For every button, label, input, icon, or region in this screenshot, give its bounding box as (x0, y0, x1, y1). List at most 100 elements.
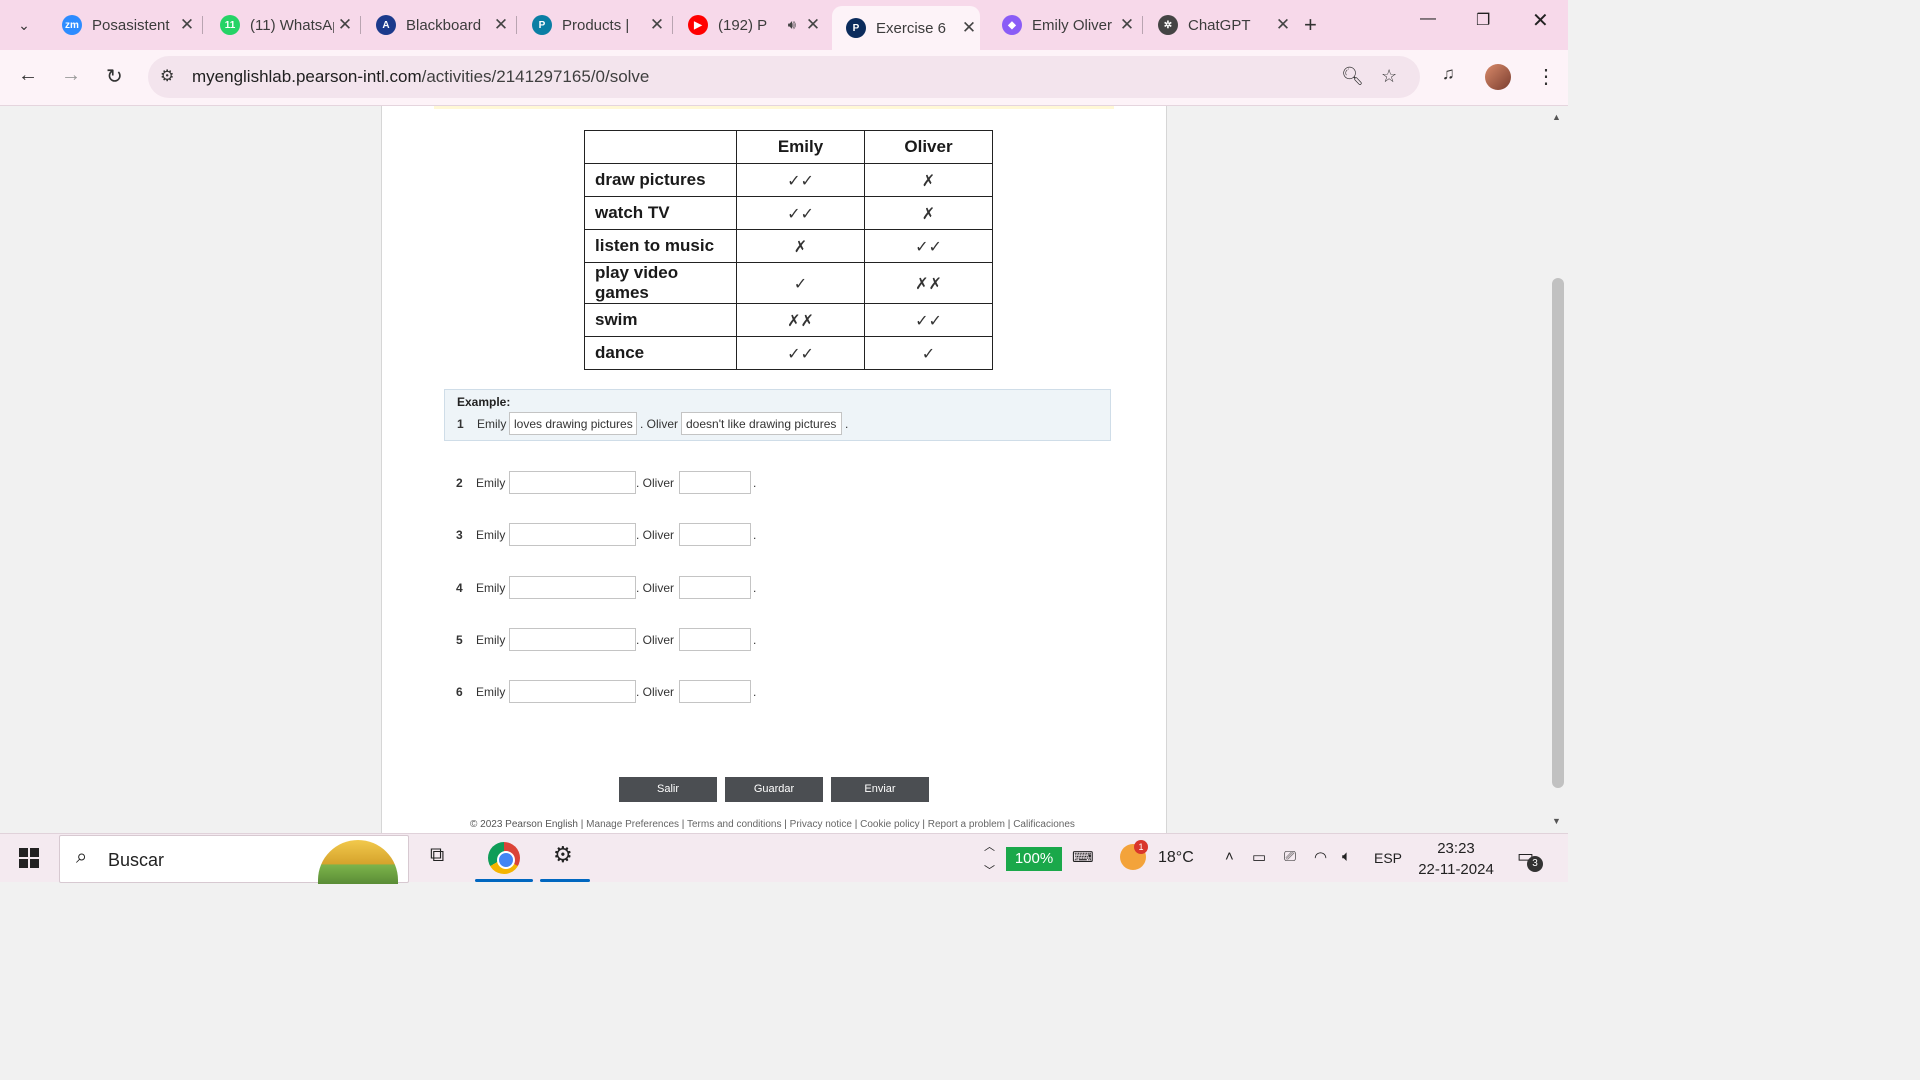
forward-button[interactable]: → (61, 64, 81, 87)
sentence-period: . (753, 580, 757, 595)
browser-tab[interactable]: P Products | ✕ (518, 6, 668, 44)
example-period: . (845, 417, 849, 431)
tab-close-icon[interactable]: ✕ (1116, 15, 1138, 35)
oliver-answer-input[interactable] (679, 575, 751, 599)
vertical-scrollbar[interactable]: ▲ ▼ (1548, 106, 1568, 833)
tab-close-icon[interactable]: ✕ (176, 15, 198, 35)
tab-title: (192) P (718, 16, 768, 34)
speaker-icon[interactable]: 🔊︎ (788, 17, 796, 33)
clock-date: 22-11-2024 (1418, 861, 1494, 878)
browser-tab[interactable]: 11 (11) WhatsApp✕ (206, 6, 356, 44)
battery-icon[interactable]: ▭ (1252, 848, 1266, 866)
browser-tab[interactable]: ✲ ChatGPT ✕ (1144, 6, 1294, 44)
page-footer: © 2023 Pearson English | Manage Preferen… (470, 819, 1075, 830)
close-window-button[interactable]: ✕ (1532, 8, 1549, 33)
tab-close-icon[interactable]: ✕ (646, 15, 668, 35)
oliver-answer-input[interactable] (679, 680, 751, 704)
tab-close-icon[interactable]: ✕ (958, 18, 980, 38)
reload-button[interactable]: ↻ (106, 64, 123, 89)
tray-down-icon[interactable]: ﹀ (984, 862, 995, 878)
browser-tab[interactable]: A Blackboard ✕ (362, 6, 512, 44)
question-number: 6 (456, 685, 463, 700)
task-view-icon[interactable]: ⧉ (430, 844, 444, 867)
site-info-icon[interactable]: ⚙ (160, 66, 174, 86)
show-hidden-icons-icon[interactable]: ˄ (1225, 848, 1234, 865)
taskbar-search[interactable]: ⌕ Buscar (59, 835, 409, 884)
emily-label: Emily (476, 685, 506, 700)
tab-title: ChatGPT (1188, 16, 1251, 34)
question-row: 2 Emily . Oliver. (444, 471, 1111, 495)
zoom-icon[interactable]: 🔍︎ (1341, 66, 1364, 87)
tab-search-button[interactable]: ⌄ (8, 9, 40, 41)
minimize-button[interactable]: — (1420, 10, 1436, 28)
browser-tab[interactable]: ▶ (192) P 🔊︎ ✕ (674, 6, 824, 44)
browser-toolbar: ← → ↻ ⚙ myenglishlab.pearson-intl.com/ac… (0, 50, 1568, 106)
temperature-text[interactable]: 18°C (1158, 849, 1194, 867)
tab-close-icon[interactable]: ✕ (802, 15, 824, 35)
emily-answer-input[interactable] (509, 523, 636, 547)
notice-strip (434, 106, 1114, 109)
browser-tab[interactable]: P Exercise 6 ✕ (832, 6, 980, 50)
profile-avatar[interactable] (1485, 64, 1511, 90)
tab-close-icon[interactable]: ✕ (1272, 15, 1294, 35)
wifi-icon[interactable]: ◠ (1314, 848, 1327, 866)
address-bar[interactable]: ⚙ myenglishlab.pearson-intl.com/activiti… (148, 56, 1420, 98)
language-indicator[interactable]: ESP (1374, 850, 1402, 866)
tab-title: Exercise 6 (876, 19, 947, 37)
footer-link-privacy[interactable]: Privacy notice (790, 819, 852, 830)
tab-title: Emily Oliver (1032, 16, 1113, 34)
browser-tab[interactable]: zm Posasistent ✕ (48, 6, 198, 44)
oliver-answer-input[interactable] (679, 471, 751, 494)
emily-answer-input[interactable] (509, 471, 636, 494)
exit-button[interactable]: Salir (619, 777, 717, 802)
example-oliver-label: . Oliver (640, 417, 679, 431)
tab-close-icon[interactable]: ✕ (490, 15, 512, 35)
footer-link-cookies[interactable]: Cookie policy (860, 819, 919, 830)
tab-title: Products | (562, 16, 630, 34)
weather-icon[interactable]: 1 (1120, 840, 1148, 870)
footer-link-terms[interactable]: Terms and conditions (687, 819, 782, 830)
url-text[interactable]: myenglishlab.pearson-intl.com/activities… (192, 67, 649, 87)
footer-link-report[interactable]: Report a problem (928, 819, 1005, 830)
emily-answer-input[interactable] (509, 627, 636, 651)
footer-link-preferences[interactable]: Manage Preferences (586, 819, 679, 830)
url-path: /activities/2141297165/0/solve (421, 67, 650, 86)
tray-up-icon[interactable]: ︿ (984, 838, 995, 854)
tab-close-icon[interactable]: ✕ (334, 15, 356, 35)
scroll-thumb[interactable] (1552, 278, 1564, 788)
scroll-up-icon[interactable]: ▲ (1552, 112, 1561, 122)
bookmark-star-icon[interactable]: ☆ (1381, 66, 1397, 87)
chatgpt-icon: ✲ (1158, 15, 1178, 35)
example-row: 1 Emily loves drawing pictures . Oliver … (445, 412, 1112, 436)
meet-now-icon[interactable]: ⎚ (1284, 848, 1296, 865)
tab-title: Blackboard (406, 16, 482, 34)
taskbar-search-placeholder: Buscar (108, 850, 165, 870)
settings-gear-icon[interactable]: ⚙ (553, 842, 573, 868)
zoom-icon: zm (62, 15, 82, 35)
emily-answer-input[interactable] (509, 575, 636, 599)
activity-cell: draw pictures (584, 163, 737, 197)
windows-start-icon[interactable] (19, 848, 39, 868)
footer-link-grades[interactable]: Calificaciones (1013, 819, 1075, 830)
submit-button[interactable]: Enviar (831, 777, 929, 802)
browser-tab[interactable]: ◆ Emily Oliver ✕ (988, 6, 1138, 44)
table-row: watch TV ✓✓ ✗ (584, 196, 993, 230)
emily-answer-input[interactable] (509, 680, 636, 704)
save-button[interactable]: Guardar (725, 777, 823, 802)
restore-button[interactable]: ❐ (1476, 10, 1490, 30)
touch-keyboard-icon[interactable]: ⌨ (1072, 848, 1094, 866)
chrome-icon[interactable] (488, 842, 520, 874)
page-viewport: Emily Oliver draw pictures ✓✓ ✗ watch TV ✓✓ ✗… (0, 106, 1548, 833)
back-button[interactable]: ← (18, 64, 38, 87)
new-tab-button[interactable]: + (1304, 12, 1317, 38)
notification-center-icon[interactable]: ▭ 3 (1517, 846, 1543, 872)
media-control-icon[interactable]: ♫ (1442, 64, 1455, 84)
oliver-answer-input[interactable] (679, 627, 751, 651)
oliver-answer-input[interactable] (679, 523, 751, 547)
question-number: 4 (456, 580, 463, 595)
scroll-down-icon[interactable]: ▼ (1552, 816, 1561, 826)
clock[interactable]: 23:23 22-11-2024 (1412, 838, 1500, 880)
emily-mark-cell: ✓ (736, 262, 865, 304)
menu-kebab-icon[interactable]: ⋮ (1536, 64, 1556, 89)
volume-icon[interactable]: 🔈︎ (1342, 848, 1351, 865)
